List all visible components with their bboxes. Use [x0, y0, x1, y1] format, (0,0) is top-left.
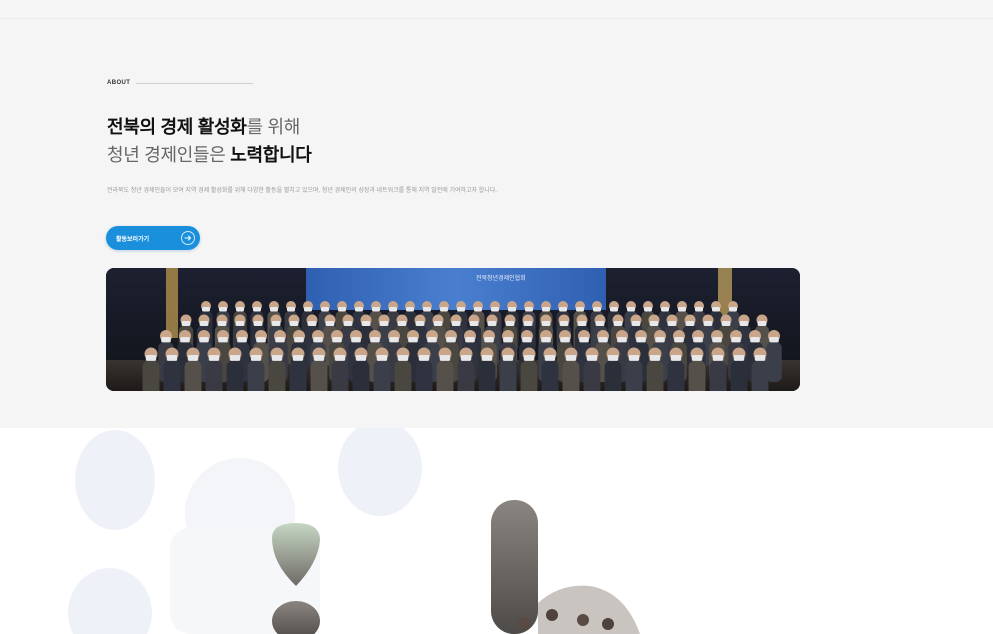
headline-strong-1: 전북의 경제 활성화 — [107, 117, 247, 137]
view-activities-button[interactable]: 활동보러가기 — [106, 226, 200, 250]
section-eyebrow: ABOUT — [107, 80, 254, 86]
eyebrow-line — [136, 82, 254, 84]
photo-tile-right — [491, 500, 538, 634]
headline-line-2: 청년 경제인들은 노력합니다 — [107, 141, 312, 169]
eyebrow-label: ABOUT — [107, 80, 131, 86]
headline-light-1: 를 위해 — [246, 117, 300, 137]
arrow-right-icon — [181, 231, 195, 245]
section-description: 전라북도 청년 경제인들이 모여 지역 경제 활성화를 위해 다양한 활동을 펼… — [107, 188, 497, 194]
decorative-shapes — [0, 428, 993, 634]
headline-light-2: 청년 경제인들은 — [107, 145, 231, 165]
photo-banner-text: 전북청년경제인협회 — [476, 274, 526, 282]
cta-label: 활동보러가기 — [116, 236, 150, 243]
header-divider — [0, 18, 993, 19]
group-photo: 전북청년경제인협회 — [106, 268, 800, 391]
section-headline: 전북의 경제 활성화를 위해 청년 경제인들은 노력합니다 — [107, 113, 312, 169]
page: ABOUT 전북의 경제 활성화를 위해 청년 경제인들은 노력합니다 전라북도… — [0, 0, 993, 634]
headline-line-1: 전북의 경제 활성화를 위해 — [107, 113, 312, 141]
headline-strong-2: 노력합니다 — [230, 145, 312, 165]
